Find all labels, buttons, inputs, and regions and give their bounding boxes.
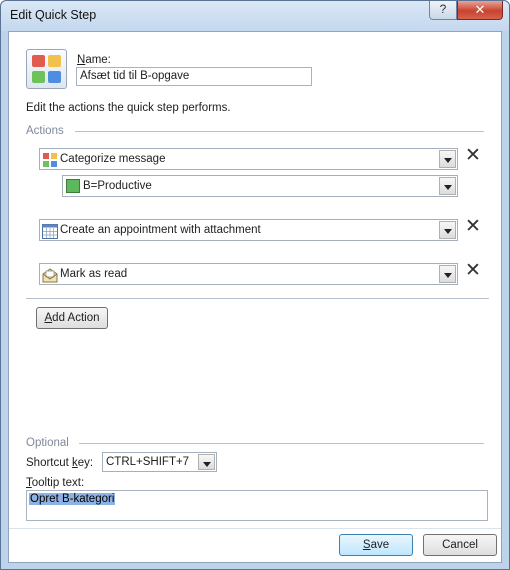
shortcut-key-label: Shortcut key: — [26, 457, 94, 469]
chevron-down-icon[interactable] — [198, 454, 215, 470]
remove-action-button[interactable]: ✕ — [465, 261, 481, 280]
chevron-down-icon[interactable] — [439, 177, 456, 195]
calendar-icon — [42, 223, 58, 239]
green-category-swatch-icon — [66, 179, 80, 193]
optional-divider — [79, 443, 484, 444]
category-grid-icon — [42, 152, 58, 168]
edit-quick-step-dialog: Edit Quick Step ? ✕ Name: Afsæt tid til … — [0, 0, 510, 570]
action-label: Create an appointment with attachment — [60, 224, 261, 236]
optional-section-label: Optional — [26, 437, 69, 449]
actions-section-label: Actions — [26, 125, 64, 137]
close-button[interactable]: ✕ — [457, 1, 503, 20]
action-label: Mark as read — [60, 268, 128, 280]
help-button[interactable]: ? — [429, 1, 457, 20]
action-appointment-dropdown[interactable]: Create an appointment with attachment — [39, 219, 458, 241]
category-blue-square — [48, 71, 61, 83]
actions-bottom-divider — [26, 298, 489, 299]
category-green-square — [32, 71, 45, 83]
description-text: Edit the actions the quick step performs… — [26, 102, 231, 114]
action-label: Categorize message — [60, 153, 166, 165]
dialog-title: Edit Quick Step — [10, 8, 97, 22]
title-bar[interactable]: Edit Quick Step ? ✕ — [1, 1, 509, 31]
action-mark-read-dropdown[interactable]: Mark as read — [39, 263, 458, 285]
shortcut-value: CTRL+SHIFT+7 — [106, 456, 190, 468]
open-envelope-icon — [42, 267, 58, 283]
chevron-down-icon[interactable] — [439, 221, 456, 239]
name-label: Name: — [77, 54, 111, 66]
name-input[interactable]: Afsæt tid til B-opgave — [76, 67, 312, 86]
add-action-button[interactable]: Add Action — [36, 307, 108, 329]
footer-divider — [9, 528, 501, 529]
category-yellow-square — [48, 55, 61, 67]
cancel-button[interactable]: Cancel — [423, 534, 497, 556]
tooltip-value: Opret B-kategori — [29, 493, 116, 505]
category-red-square — [32, 55, 45, 67]
chevron-down-icon[interactable] — [439, 265, 456, 283]
dialog-body: Name: Afsæt tid til B-opgave Edit the ac… — [8, 31, 502, 563]
remove-action-button[interactable]: ✕ — [465, 146, 481, 165]
actions-divider — [75, 131, 484, 132]
quick-step-icon[interactable] — [26, 49, 67, 89]
action-categorize-dropdown[interactable]: Categorize message — [39, 148, 458, 170]
category-select-dropdown[interactable]: B=Productive — [62, 175, 458, 197]
remove-action-button[interactable]: ✕ — [465, 217, 481, 236]
category-option-label: B=Productive — [83, 180, 152, 192]
tooltip-text-input[interactable]: Opret B-kategori — [26, 490, 488, 521]
save-button[interactable]: Save — [339, 534, 413, 556]
tooltip-text-label: Tooltip text: — [26, 477, 85, 489]
shortcut-key-select[interactable]: CTRL+SHIFT+7 — [102, 452, 217, 472]
chevron-down-icon[interactable] — [439, 150, 456, 168]
